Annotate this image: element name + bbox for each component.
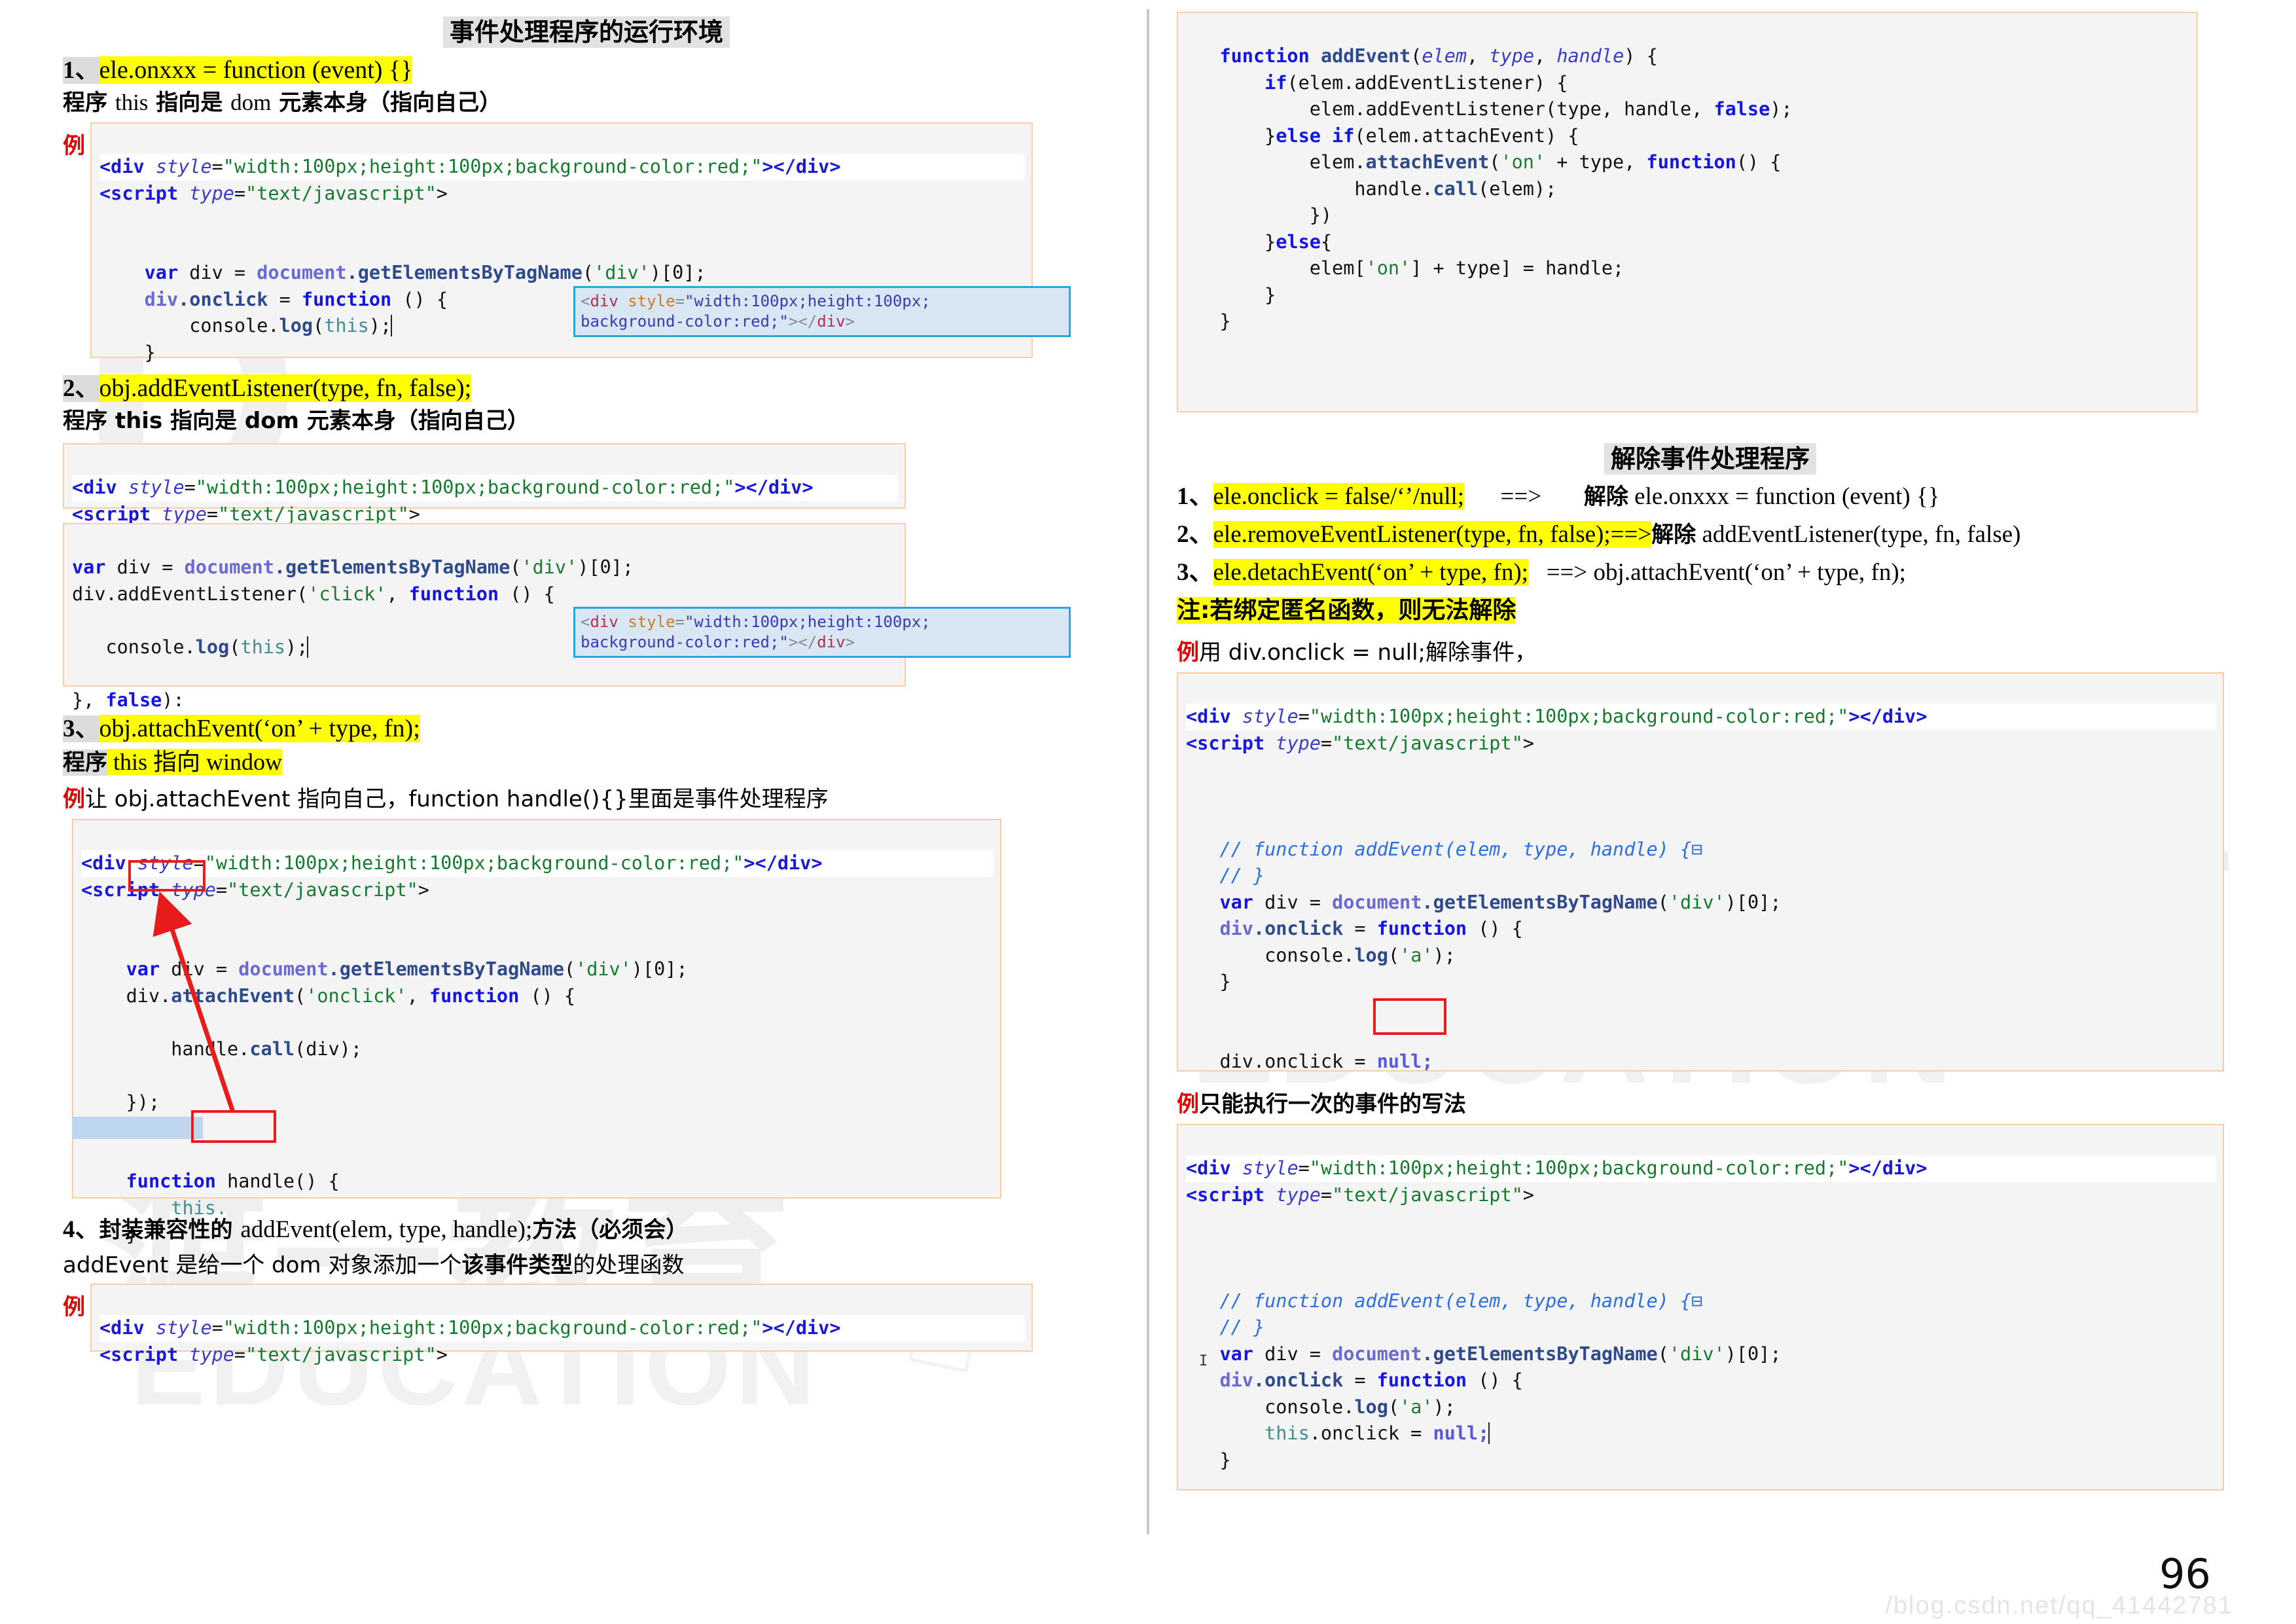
item-2-this-note: 程序 this 指向是 dom 元素本身（指向自己）: [63, 408, 529, 434]
item-1-console-output: <div style="width:100px;height:100px; ba…: [573, 286, 1071, 338]
item-4-example-label: 例: [63, 1294, 85, 1320]
item-1-heading: 1、ele.onxxx = function (event) {}: [63, 54, 1110, 87]
item-2-console-output: <div style="width:100px;height:100px; ba…: [573, 607, 1071, 659]
example-1-redbox-null: [1373, 998, 1446, 1035]
text-cursor-icon: I: [1199, 1353, 1208, 1369]
item-3-example-line: 例让 obj.attachEvent 指向自己，function handle(…: [63, 784, 1110, 819]
rule-2-result-bold: 解除: [1651, 522, 1696, 548]
rule-3: 3、ele.detachEvent(‘on’ + type, fn); ==> …: [1177, 557, 2244, 595]
item-3-this-note-gray: 程序: [63, 749, 107, 776]
item-2-number: 2、: [63, 375, 99, 402]
example-2-label: 例: [1177, 1091, 1199, 1117]
rule-3-result-rest: obj.attachEvent(‘on’ + type, fn);: [1587, 559, 1906, 586]
column-divider: [1147, 9, 1149, 1534]
item-2: 2、obj.addEventListener(type, fn, false);…: [63, 372, 1110, 711]
example-1-label: 例: [1177, 640, 1199, 666]
item-2-code-block-markup: <div style="width:100px;height:100px;bac…: [63, 443, 906, 525]
right-addevent-code-block: function addEvent(elem, type, handle) { …: [1177, 12, 2198, 412]
example-1-text: 用 div.onclick = null;解除事件，: [1199, 640, 1537, 666]
rule-2-arrow: ==>: [1610, 521, 1652, 548]
item-1-this-note-c: 指向是: [148, 90, 231, 116]
item-3-number: 3、: [63, 715, 99, 742]
item-3-red-arrow: [152, 891, 236, 1113]
item-2-script-row: var div = document.getElementsByTagName(…: [63, 523, 1110, 711]
note-anonymous-function: 注:若绑定匿名函数，则无法解除: [1177, 595, 2244, 633]
left-column: 事件处理程序的运行环境 1、ele.onxxx = function (even…: [63, 12, 1110, 1373]
note-text: 注:若绑定匿名函数，则无法解除: [1177, 597, 1516, 624]
item-4-example-row: 例 <div style="width:100px;height:100px;b…: [63, 1284, 1110, 1373]
rule-2: 2、ele.removeEventListener(type, fn, fals…: [1177, 519, 2244, 557]
rule-2-number: 2、: [1177, 521, 1213, 548]
item-3-this-note: 程序 this 指向 window: [63, 747, 1110, 784]
rule-1-number: 1、: [1177, 483, 1213, 510]
rule-3-arrow: ==>: [1546, 559, 1588, 586]
rule-3-number: 3、: [1177, 559, 1213, 586]
item-1-this-note-e: 元素本身（指向自己）: [271, 90, 502, 116]
item-3-example-label: 例: [63, 786, 85, 812]
item-4-desc-a: addEvent 是给一个 dom 对象添加一个: [63, 1252, 462, 1278]
item-1-example-row: 例 <div style="width:100px;height:100px;b…: [63, 122, 1110, 363]
item-3-example-text: 让 obj.attachEvent 指向自己，function handle()…: [85, 786, 829, 812]
example-1-caption: 例用 div.onclick = null;解除事件，: [1177, 637, 2244, 672]
item-3-signature: obj.attachEvent(‘on’ + type, fn);: [99, 715, 420, 742]
item-2-code-block-script: var div = document.getElementsByTagName(…: [63, 523, 906, 711]
example-2-code-block: <div style="width:100px;height:100px;bac…: [1177, 1124, 2224, 1490]
item-1-signature: ele.onxxx = function (event) {}: [99, 56, 413, 84]
rule-1-result-bold: 解除: [1583, 484, 1628, 510]
rule-1-signature: ele.onclick = false/‘’/null;: [1213, 483, 1465, 510]
example-2-code-row: <div style="width:100px;height:100px;bac…: [1177, 1124, 2244, 1490]
item-3-heading: 3、obj.attachEvent(‘on’ + type, fn);: [63, 713, 1110, 747]
rule-2-result-rest: addEventListener(type, fn, false): [1696, 521, 2021, 548]
item-4-description: addEvent 是给一个 dom 对象添加一个该事件类型的处理函数: [63, 1250, 1110, 1284]
item-3: 3、obj.attachEvent(‘on’ + type, fn); 程序 t…: [63, 713, 1110, 1245]
left-section-title-text: 事件处理程序的运行环境: [442, 16, 730, 48]
item-3-code-row: <div style="width:100px;height:100px;bac…: [63, 819, 1110, 1245]
item-2-signature: obj.addEventListener(type, fn, false);: [99, 374, 472, 402]
item-1-example-label: 例: [63, 133, 85, 159]
page-number: 96: [2159, 1550, 2211, 1598]
item-1-this-note-a: 程序: [63, 90, 115, 116]
rule-1-arrow: ==>: [1500, 483, 1542, 510]
item-4-desc-c: 的处理函数: [573, 1252, 685, 1278]
item-2-heading: 2、obj.addEventListener(type, fn, false);: [63, 372, 1110, 406]
item-1-this-note: 程序 this 指向是 dom 元素本身（指向自己）: [63, 87, 1110, 122]
example-2-caption: 例只能执行一次的事件的写法: [1177, 1089, 2244, 1124]
rule-1-result-rest: ele.onxxx = function (event) {}: [1628, 483, 1940, 510]
rule-2-signature: ele.removeEventListener(type, fn, false)…: [1213, 521, 1611, 548]
item-1: 1、ele.onxxx = function (event) {} 程序 thi…: [63, 54, 1110, 363]
rule-1: 1、ele.onclick = false/‘’/null; ==> 解除 el…: [1177, 481, 2244, 519]
example-2-text: 只能执行一次的事件的写法: [1199, 1091, 1466, 1117]
item-4-code-block: <div style="width:100px;height:100px;bac…: [90, 1284, 1033, 1365]
item-1-number: 1、: [63, 57, 99, 84]
example-1-code-row: <div style="width:100px;height:100px;bac…: [1177, 672, 2244, 1072]
rule-3-signature: ele.detachEvent(‘on’ + type, fn);: [1213, 559, 1528, 586]
right-section-title: 解除事件处理程序: [1177, 439, 2244, 475]
item-3-this-note-yellow: this 指向 window: [107, 749, 283, 775]
item-4-desc-b: 该事件类型: [461, 1252, 573, 1278]
right-column: function addEvent(elem, type, handle) { …: [1177, 12, 2244, 1490]
example-1-code-block: <div style="width:100px;height:100px;bac…: [1177, 672, 2224, 1072]
right-section-title-text: 解除事件处理程序: [1604, 443, 1816, 475]
left-section-title: 事件处理程序的运行环境: [63, 12, 1110, 48]
item-1-this-note-b: this: [115, 90, 149, 115]
item-1-this-note-d: dom: [230, 90, 272, 115]
